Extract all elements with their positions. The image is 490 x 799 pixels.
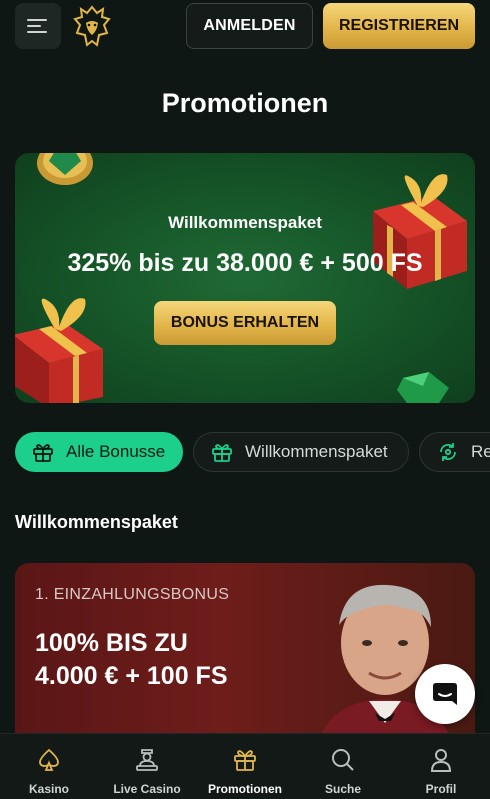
chip-all-bonuses[interactable]: Alle Bonusse <box>15 432 183 472</box>
gem-decoration-icon <box>397 372 449 403</box>
nav-label: Suche <box>324 782 361 796</box>
live-chat-button[interactable] <box>415 664 475 724</box>
gift-icon <box>231 746 259 774</box>
chat-icon <box>433 683 457 705</box>
search-icon <box>329 746 357 774</box>
presenter-portrait-image <box>315 584 455 753</box>
nav-item-live-casino[interactable]: Live Casino <box>98 734 196 799</box>
nav-label: Kasino <box>28 782 69 796</box>
chip-label: Willkommenspaket <box>245 442 388 461</box>
lion-logo-icon <box>73 5 111 47</box>
hamburger-icon <box>27 19 47 33</box>
refresh-icon <box>437 441 459 463</box>
gift-box-icon <box>211 441 233 463</box>
welcome-banner[interactable]: Willkommenspaket 325% bis zu 38.000 € + … <box>15 153 475 403</box>
chip-reload[interactable]: Re <box>419 432 490 472</box>
bottom-navigation: Kasino Live Casino Promotionen Suche Pro… <box>0 733 490 799</box>
menu-button[interactable] <box>15 3 61 49</box>
banner-subtitle: Willkommenspaket <box>168 213 322 232</box>
card-label: 1. EINZAHLUNGSBONUS <box>35 586 230 603</box>
dealer-icon <box>133 746 161 774</box>
section-title: Willkommenspaket <box>15 512 178 532</box>
register-button[interactable]: REGISTRIEREN <box>323 3 475 49</box>
bonus-filter-chips: Alle Bonusse Willkommenspaket Re <box>15 432 490 474</box>
nav-label: Live Casino <box>113 782 181 796</box>
nav-item-profil[interactable]: Profil <box>392 734 490 799</box>
card-title: 100% BIS ZU 4.000 € + 100 FS <box>35 627 228 693</box>
brand-logo[interactable] <box>72 4 112 50</box>
login-button[interactable]: ANMELDEN <box>186 3 313 49</box>
card-title-line: 4.000 € + 100 FS <box>35 662 228 690</box>
gift-box-decoration-icon <box>15 298 103 403</box>
page-title: Promotionen <box>161 88 329 118</box>
nav-item-kasino[interactable]: Kasino <box>0 734 98 799</box>
nav-label: Promotionen <box>208 782 282 796</box>
nav-item-promotionen[interactable]: Promotionen <box>196 734 294 799</box>
chip-label: Re <box>471 442 490 461</box>
get-bonus-button[interactable]: BONUS ERHALTEN <box>154 301 336 345</box>
first-deposit-bonus-card[interactable]: 1. EINZAHLUNGSBONUS 100% BIS ZU 4.000 € … <box>15 563 475 753</box>
nav-label: Profil <box>425 782 457 796</box>
gift-icon <box>32 441 54 463</box>
top-header: ANMELDEN REGISTRIEREN <box>0 0 490 54</box>
chip-label: Alle Bonusse <box>66 442 166 461</box>
chip-welcome-package[interactable]: Willkommenspaket <box>193 432 409 472</box>
card-title-line: 100% BIS ZU <box>35 629 188 657</box>
spade-icon <box>35 746 63 774</box>
banner-title: 325% bis zu 38.000 € + 500 FS <box>67 249 423 277</box>
nav-item-suche[interactable]: Suche <box>294 734 392 799</box>
user-icon <box>427 746 455 774</box>
coin-decoration-icon <box>37 153 93 185</box>
